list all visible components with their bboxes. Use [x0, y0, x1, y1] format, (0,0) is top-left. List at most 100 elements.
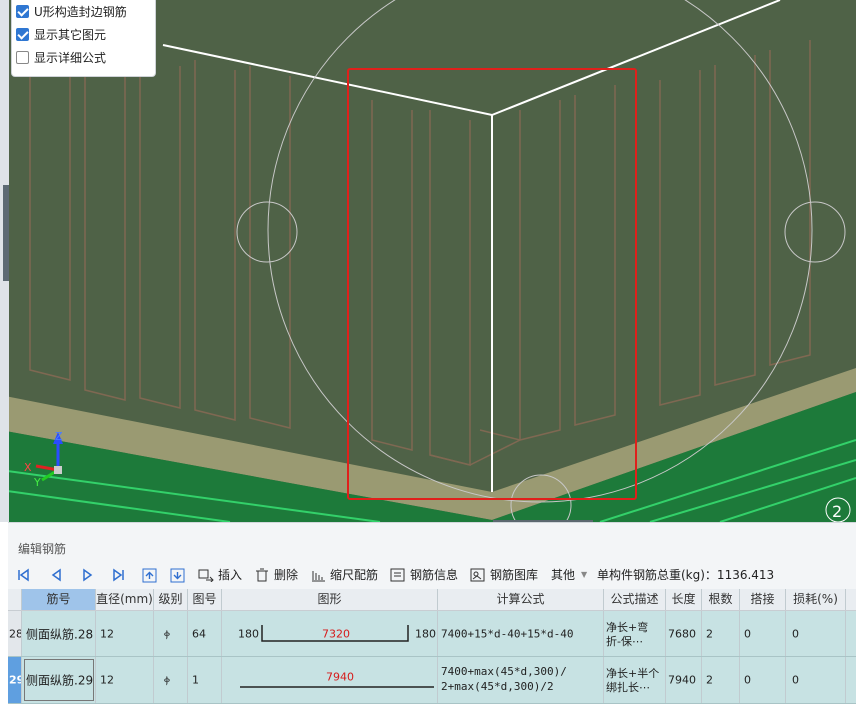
scale-rebar-label: 缩尺配筋: [330, 568, 379, 582]
option-show-other-elements[interactable]: 显示其它图元: [16, 26, 106, 44]
table-header: 筋号 直径(mm) 级别 图号 图形 计算公式 公式描述 长度 根数 搭接 损耗…: [8, 589, 856, 611]
cell-diameter[interactable]: 12: [96, 657, 154, 703]
cell-name[interactable]: 侧面纵筋.29: [22, 657, 96, 703]
cell-formula[interactable]: 7400+15*d-40+15*d-40: [438, 611, 604, 656]
other-dropdown[interactable]: 其他 ▼: [551, 563, 591, 587]
next-icon: [83, 568, 93, 582]
row-number-text: 29: [9, 673, 21, 687]
option-u-shape-rebar-checkbox[interactable]: [16, 5, 29, 18]
cell-shape-no[interactable]: 1: [188, 657, 222, 703]
insert-button[interactable]: 插入: [198, 563, 246, 587]
col-header[interactable]: 筋号: [22, 589, 96, 610]
col-header[interactable]: 图形: [222, 589, 438, 610]
move-down-button[interactable]: [170, 563, 186, 587]
trash-icon: [256, 568, 268, 582]
row-number-text: 28: [9, 627, 22, 640]
option-show-detailed-formula[interactable]: 显示详细公式: [16, 49, 107, 67]
corner-number: 2: [832, 502, 842, 521]
move-down-icon: [170, 568, 185, 583]
header-rownum: [8, 589, 22, 610]
cell-shape[interactable]: 180 7320 180: [222, 611, 438, 656]
cell-lap[interactable]: 0: [740, 611, 786, 656]
side-panel-handle[interactable]: [3, 185, 9, 281]
other-label: 其他: [551, 568, 576, 582]
table-row[interactable]: 29 侧面纵筋.29 12 ⲫ 1 7940 7400+max(45*d,300…: [8, 657, 856, 704]
length-value: 7940: [668, 673, 696, 687]
panel-title: 编辑钢筋: [18, 542, 67, 556]
option-show-other-elements-checkbox[interactable]: [16, 28, 29, 41]
rebar-info-label: 钢筋信息: [410, 568, 459, 582]
scale-rebar-icon: [312, 571, 325, 582]
col-header[interactable]: 公式描述: [604, 589, 666, 610]
cell-length[interactable]: 7680: [666, 611, 702, 656]
axis-z-label: Z: [55, 430, 63, 443]
col-header[interactable]: 长度: [666, 589, 702, 610]
rebar-name: 侧面纵筋.28: [26, 627, 94, 641]
delete-label: 删除: [274, 568, 299, 582]
rebar-shape-drawing: [240, 686, 434, 688]
cell-grade[interactable]: ⲫ: [154, 657, 188, 703]
move-up-icon: [142, 568, 157, 583]
cell-grade[interactable]: ⲫ: [154, 611, 188, 656]
shape-left-value: 180: [238, 627, 259, 640]
cell-lap[interactable]: 0: [740, 657, 786, 703]
total-weight: 单构件钢筋总重(kg)：1136.413: [597, 568, 775, 582]
prev-record-button[interactable]: [50, 563, 66, 587]
grade-value: ⲫ: [164, 673, 170, 686]
col-header[interactable]: 级别: [154, 589, 188, 610]
col-header[interactable]: 损耗(%): [786, 589, 846, 610]
rebar-info-button[interactable]: 钢筋信息: [390, 563, 462, 587]
formula-line2: 2+max(45*d,300)/2: [441, 680, 554, 693]
length-value: 7680: [668, 627, 696, 640]
desc-line2: 绑扎长⋯: [606, 681, 650, 694]
move-up-button[interactable]: [142, 563, 158, 587]
shape-no-value: 1: [192, 673, 199, 687]
formula-value: 7400+15*d-40+15*d-40: [441, 627, 574, 640]
cell-desc[interactable]: 净长+弯 折-保⋯: [604, 611, 666, 656]
diameter-value: 12: [100, 673, 114, 687]
col-header[interactable]: 直径(mm): [96, 589, 154, 610]
cell-formula[interactable]: 7400+max(45*d,300)/ 2+max(45*d,300)/2: [438, 657, 604, 703]
option-show-detailed-formula-checkbox[interactable]: [16, 51, 29, 64]
cell-count[interactable]: 2: [702, 611, 740, 656]
shape-mid-value: 7320: [322, 627, 350, 640]
cell-count[interactable]: 2: [702, 657, 740, 703]
cell-length[interactable]: 7940: [666, 657, 702, 703]
loss-value: 0: [792, 627, 799, 640]
rebar-info-icon: [390, 568, 405, 582]
option-u-shape-rebar[interactable]: U形构造封边钢筋: [16, 3, 127, 21]
option-label: U形构造封边钢筋: [34, 5, 127, 19]
option-label: 显示详细公式: [34, 51, 107, 65]
col-header[interactable]: 搭接: [740, 589, 786, 610]
first-icon: [18, 568, 29, 582]
desc-line2: 折-保⋯: [606, 635, 643, 648]
last-icon: [113, 568, 124, 582]
col-header[interactable]: 图号: [188, 589, 222, 610]
first-record-button[interactable]: [16, 563, 32, 587]
rebar-library-button[interactable]: 钢筋图库: [470, 563, 542, 587]
cell-desc[interactable]: 净长+半个 绑扎长⋯: [604, 657, 666, 703]
col-header[interactable]: 根数: [702, 589, 740, 610]
cell-shape[interactable]: 7940: [222, 657, 438, 703]
lap-value: 0: [744, 627, 751, 640]
col-header[interactable]: 计算公式: [438, 589, 604, 610]
next-record-button[interactable]: [80, 563, 96, 587]
row-number[interactable]: 29: [8, 657, 22, 703]
delete-button[interactable]: 删除: [255, 563, 303, 587]
axis-y-label: Y: [33, 476, 41, 489]
table-row[interactable]: 28 侧面纵筋.28 12 ⲫ 64 180 7320 180 7400+15*…: [8, 611, 856, 657]
rebar-name: 侧面纵筋.29: [26, 673, 94, 688]
cell-shape-no[interactable]: 64: [188, 611, 222, 656]
last-record-button[interactable]: [112, 563, 128, 587]
rebar-toolbar: 插入 删除 缩尺配筋 钢筋信息 钢筋图库 其他 ▼ 单构件钢筋总重(kg)：11…: [8, 563, 856, 587]
cell-diameter[interactable]: 12: [96, 611, 154, 656]
cell-name[interactable]: 侧面纵筋.28: [22, 611, 96, 656]
row-number[interactable]: 28: [8, 611, 22, 656]
shape-mid-value: 7940: [326, 670, 354, 684]
grade-value: ⲫ: [164, 626, 170, 640]
3d-viewport[interactable]: Z X Y 2 U形构造封边钢筋 显示其它图元 显示详细公式: [0, 0, 856, 522]
axis-x-label: X: [24, 461, 32, 474]
cell-loss[interactable]: 0: [786, 611, 846, 656]
cell-loss[interactable]: 0: [786, 657, 846, 703]
scale-rebar-button[interactable]: 缩尺配筋: [310, 563, 382, 587]
